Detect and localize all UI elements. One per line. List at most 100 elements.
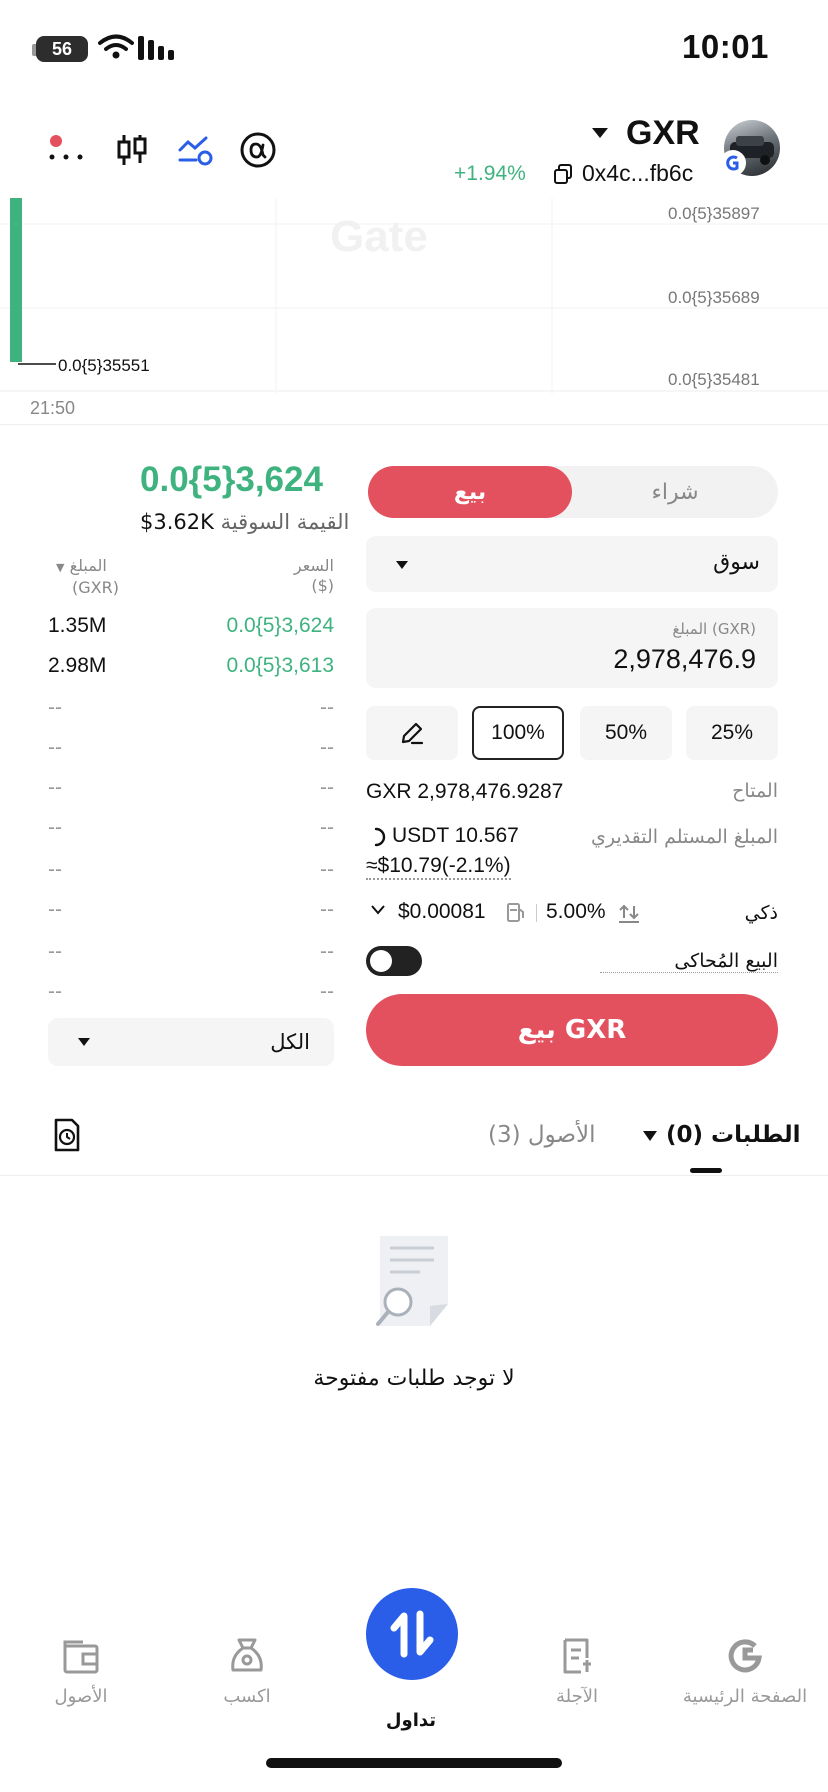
chart-price-label: 0.0{5}35689 (668, 288, 760, 307)
row-amount: -- (48, 816, 62, 839)
order-book-row[interactable]: 1.35M 0.0{5}3,624 (48, 606, 334, 646)
row-amount: -- (48, 940, 62, 963)
market-cap-value: $3.62K (140, 510, 214, 534)
row-amount: 2.98M (48, 654, 107, 677)
nav-earn[interactable]: اكسب (172, 1636, 322, 1707)
price-column-header: السعر ($) (280, 556, 334, 596)
slippage-icon[interactable] (618, 902, 640, 924)
chevron-down-icon[interactable] (642, 1130, 658, 1142)
market-cap-label: القيمة السوقية (220, 510, 350, 534)
nav-futures[interactable]: الآجلة (502, 1636, 652, 1707)
amount-input-value: 2,978,476.9 (613, 644, 756, 674)
copy-icon[interactable] (554, 164, 572, 184)
alpha-icon[interactable] (238, 130, 278, 170)
row-price: -- (320, 696, 334, 719)
status-time: 10:01 (682, 28, 769, 65)
row-price: -- (320, 980, 334, 1003)
pair-name[interactable]: GXR (626, 114, 700, 153)
nav-trade-button[interactable] (366, 1588, 458, 1680)
row-price: -- (320, 858, 334, 881)
tab-sell[interactable]: بيع (368, 466, 572, 518)
estimate-label: المبلغ المستلم التقديري (591, 826, 778, 848)
price-header-unit: ($) (311, 576, 334, 595)
home-icon (728, 1639, 762, 1673)
estimate-usd[interactable]: ≈$10.79(-2.1%) (366, 854, 511, 880)
row-price: -- (320, 940, 334, 963)
nav-futures-label: الآجلة (555, 1686, 598, 1707)
market-cap: $3.62K القيمة السوقية (140, 510, 349, 534)
chain-badge-icon (720, 150, 746, 176)
order-book-row: -- -- (48, 768, 334, 808)
order-book-row: -- -- (48, 932, 334, 972)
history-icon[interactable] (52, 1118, 82, 1152)
order-book-row: -- -- (48, 808, 334, 848)
amount-header-label: المبلغ (69, 556, 107, 575)
order-book-row[interactable]: 2.98M 0.0{5}3,613 (48, 646, 334, 686)
divider (536, 904, 537, 922)
earn-icon (231, 1638, 263, 1672)
chart-watermark: Gate (330, 212, 428, 261)
pencil-icon (401, 722, 424, 745)
row-amount: -- (48, 898, 62, 921)
trend-icon[interactable] (176, 130, 216, 170)
tab-assets[interactable]: الأصول (3) (488, 1122, 596, 1148)
sell-button[interactable]: بيع GXR (366, 994, 778, 1066)
amount-header-unit: (GXR) (72, 578, 119, 597)
price-change: +1.94% (454, 162, 526, 185)
chart-marker-price: 0.0{5}35551 (58, 356, 150, 375)
order-book-row: -- -- (48, 688, 334, 728)
row-amount: -- (48, 980, 62, 1003)
percent-50-button[interactable]: 50% (580, 706, 672, 760)
tabs-divider (0, 1175, 828, 1176)
empty-state-text: لا توجد طلبات مفتوحة (313, 1366, 515, 1391)
nav-assets[interactable]: الأصول (6, 1636, 156, 1707)
nav-trade-label[interactable]: تداول (336, 1710, 486, 1731)
smart-label: ذكي (744, 902, 778, 924)
candlestick-icon[interactable] (112, 130, 152, 170)
nav-earn-label: اكسب (223, 1686, 271, 1707)
row-price: -- (320, 736, 334, 759)
loading-icon (374, 827, 386, 847)
amount-input-label: المبلغ (GXR) (672, 620, 756, 638)
row-price: 0.0{5}3,624 (226, 614, 334, 637)
edit-percentage-button[interactable] (366, 706, 458, 760)
estimate-value: USDT 10.567 (392, 824, 519, 847)
wallet-icon (63, 1640, 99, 1674)
tab-orders[interactable]: الطلبات (0) (666, 1122, 801, 1148)
row-amount: -- (48, 696, 62, 719)
chart-price-label: 0.0{5}35481 (668, 370, 760, 389)
tab-indicator (690, 1168, 722, 1173)
row-amount: -- (48, 736, 62, 759)
toggle-knob (370, 950, 392, 972)
futures-icon (563, 1638, 591, 1674)
order-type-label: سوق (713, 550, 760, 575)
simulated-sell-label: البيع المُحاكى (600, 950, 778, 973)
last-price: 0.0{5}3,624 (140, 460, 323, 499)
wifi-icon (98, 34, 134, 59)
nav-home[interactable]: الصفحة الرئيسية (670, 1636, 820, 1707)
row-price: -- (320, 898, 334, 921)
more-dots-icon[interactable] (46, 130, 86, 170)
nav-assets-label: الأصول (54, 1686, 108, 1707)
row-amount: -- (48, 858, 62, 881)
row-price: -- (320, 816, 334, 839)
order-book-row: -- -- (48, 728, 334, 768)
contract-address[interactable]: 0x4c...fb6c (582, 160, 693, 187)
percent-100-button[interactable]: 100% (472, 706, 564, 760)
gas-icon (507, 903, 524, 922)
fee-value: $0.00081 (398, 900, 486, 923)
available-label: المتاح (732, 780, 778, 802)
slippage-value: 5.00% (546, 900, 606, 923)
signal-icon (138, 36, 174, 60)
tab-buy[interactable]: شراء (572, 466, 778, 518)
chevron-down-icon[interactable] (370, 904, 386, 916)
percent-25-button[interactable]: 25% (686, 706, 778, 760)
order-book-filter-label: الكل (270, 1030, 310, 1054)
price-header-label: السعر (293, 556, 334, 575)
pair-dropdown-icon[interactable] (592, 128, 608, 138)
trade-arrows-icon (390, 1610, 434, 1658)
battery-icon: 56 (36, 36, 88, 62)
amount-column-header[interactable]: ▼ المبلغ (GXR) (56, 556, 119, 598)
nav-home-label: الصفحة الرئيسية (682, 1686, 808, 1707)
chevron-down-icon (78, 1038, 90, 1046)
